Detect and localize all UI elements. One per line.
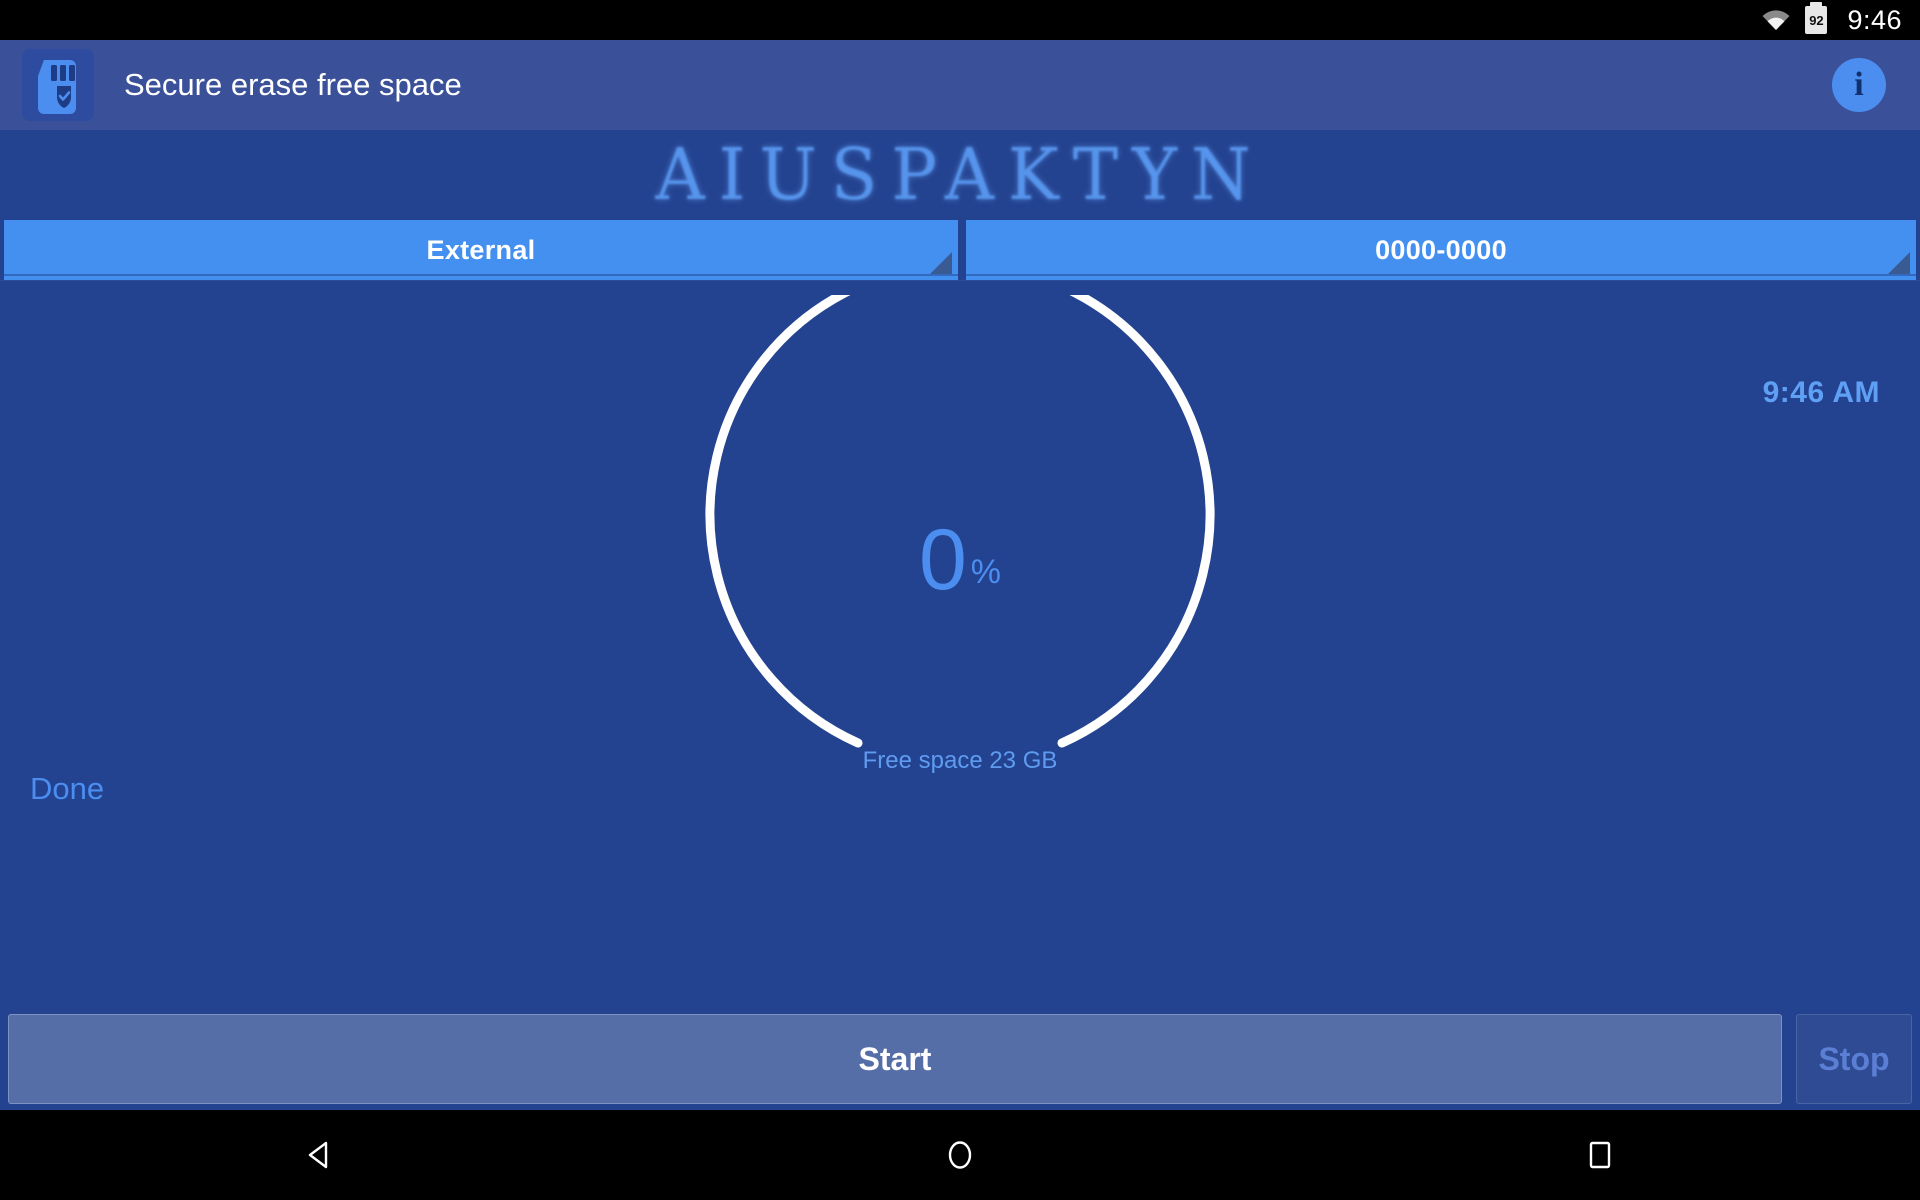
- volume-id-spinner[interactable]: 0000-0000: [966, 220, 1916, 280]
- info-icon: i: [1854, 66, 1864, 103]
- nav-home-button[interactable]: [640, 1110, 1280, 1200]
- sd-card-shield-icon: [22, 49, 94, 121]
- progress-value: 0: [918, 512, 967, 608]
- storage-location-spinner[interactable]: External: [4, 220, 958, 280]
- nav-back-button[interactable]: [0, 1110, 640, 1200]
- app-screen: 92 9:46 Secure erase free space i AIUSPA…: [0, 0, 1920, 1200]
- stop-button[interactable]: Stop: [1796, 1014, 1912, 1104]
- dropdown-caret-icon: [930, 252, 952, 274]
- dropdown-caret-icon: [1888, 252, 1910, 274]
- battery-icon: 92: [1805, 2, 1828, 34]
- battery-level: 92: [1809, 12, 1824, 28]
- progress-readout: 0%: [690, 517, 1230, 603]
- page-title: Secure erase free space: [124, 67, 462, 102]
- info-button[interactable]: i: [1832, 58, 1886, 112]
- start-button[interactable]: Start: [8, 1014, 1782, 1104]
- android-nav-bar: [0, 1110, 1920, 1200]
- recents-square-icon: [1589, 1141, 1611, 1169]
- status-bar-clock: 9:46: [1847, 4, 1902, 35]
- status-bar-icons: 92 9:46: [1761, 2, 1902, 36]
- button-bar: Start Stop: [0, 1008, 1920, 1110]
- home-circle-icon: [948, 1141, 972, 1169]
- logo-text: AIUSPAKTYN: [655, 133, 1265, 217]
- progress-unit: %: [970, 552, 1002, 591]
- wifi-icon: [1761, 9, 1791, 31]
- logo-banner: AIUSPAKTYN: [0, 130, 1920, 220]
- action-bar: Secure erase free space i: [0, 40, 1920, 130]
- volume-id-value: 0000-0000: [1375, 234, 1507, 265]
- elapsed-clock: 9:46 AM: [1762, 376, 1880, 409]
- spinner-underline: [4, 274, 958, 276]
- free-space-label: Free space 23 GB: [862, 747, 1058, 774]
- back-triangle-icon: [308, 1141, 328, 1169]
- nav-recents-button[interactable]: [1280, 1110, 1920, 1200]
- status-bar: 92 9:46: [0, 0, 1920, 40]
- spinner-row: External 0000-0000: [0, 220, 1920, 280]
- spinner-underline: [966, 274, 1916, 276]
- main-content: 9:46 AM 0% Free space 23 GB Done: [0, 281, 1920, 1008]
- storage-location-value: External: [426, 234, 536, 265]
- status-label: Done: [30, 771, 105, 806]
- progress-gauge: 0% Free space 23 GB: [690, 295, 1230, 855]
